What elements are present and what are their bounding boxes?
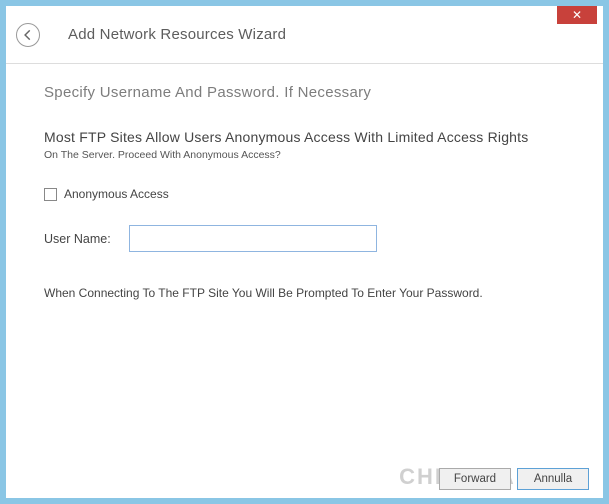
username-input[interactable] — [129, 225, 377, 252]
username-label: User Name: — [44, 232, 129, 246]
anonymous-checkbox[interactable] — [44, 188, 57, 201]
subheading-text: On The Server. Proceed With Anonymous Ac… — [44, 149, 565, 161]
back-button[interactable] — [16, 23, 40, 47]
footer-buttons: Forward Annulla — [439, 468, 589, 490]
anonymous-label: Anonymous Access — [64, 187, 169, 201]
wizard-window: ✕ Add Network Resources Wizard Specify U… — [6, 6, 603, 498]
header: Add Network Resources Wizard — [6, 6, 603, 64]
heading-text: Most FTP Sites Allow Users Anonymous Acc… — [44, 129, 565, 145]
forward-button[interactable]: Forward — [439, 468, 511, 490]
cancel-button[interactable]: Annulla — [517, 468, 589, 490]
password-info: When Connecting To The FTP Site You Will… — [44, 286, 565, 300]
wizard-title: Add Network Resources Wizard — [68, 26, 286, 43]
anonymous-row: Anonymous Access — [44, 187, 565, 201]
page-subtitle: Specify Username And Password. If Necess… — [44, 84, 565, 101]
close-button[interactable]: ✕ — [557, 6, 597, 24]
arrow-left-icon — [21, 28, 35, 42]
username-row: User Name: — [44, 225, 565, 252]
content-area: Specify Username And Password. If Necess… — [6, 64, 603, 300]
